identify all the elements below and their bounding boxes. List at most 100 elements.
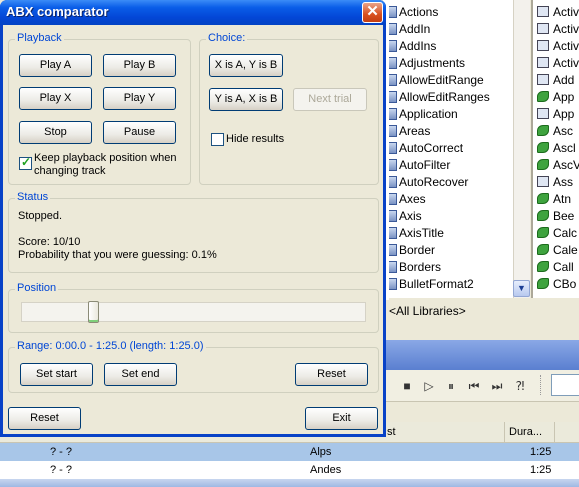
- class-icon: [389, 227, 397, 239]
- range-reset-button[interactable]: Reset: [295, 363, 368, 386]
- member-icon: [537, 142, 549, 153]
- set-end-button[interactable]: Set end: [104, 363, 177, 386]
- members-list[interactable]: Actions AddIn AddIns Adjustments AllowEd…: [389, 0, 513, 298]
- list-item[interactable]: Atn: [537, 191, 571, 208]
- list-item[interactable]: AllowEditRange: [389, 72, 513, 89]
- position-slider-track[interactable]: [21, 302, 366, 322]
- list-item[interactable]: Calc: [537, 225, 577, 242]
- list-item[interactable]: Application: [389, 106, 513, 123]
- close-button[interactable]: ✕: [362, 2, 383, 23]
- list-item[interactable]: Activ: [537, 38, 579, 55]
- list-item[interactable]: App: [537, 89, 574, 106]
- list-item[interactable]: CBo: [537, 276, 576, 293]
- background-title-band: [383, 340, 579, 370]
- play-x-button[interactable]: Play X: [19, 87, 92, 110]
- list-item[interactable]: Areas: [389, 123, 513, 140]
- class-icon: [389, 244, 397, 256]
- class-icon: [389, 108, 397, 120]
- list-item[interactable]: Activ: [537, 4, 579, 21]
- class-icon: [389, 91, 397, 103]
- class-icon: [537, 57, 549, 68]
- reset-button[interactable]: Reset: [8, 407, 81, 430]
- play-b-button[interactable]: Play B: [103, 54, 176, 77]
- column-header-duration[interactable]: Dura...: [505, 422, 555, 442]
- exit-button[interactable]: Exit: [305, 407, 378, 430]
- list-item[interactable]: AxisTitle: [389, 225, 513, 242]
- previous-icon[interactable]: ⏮: [467, 379, 481, 393]
- next-icon[interactable]: ⏭: [490, 379, 504, 393]
- stop-icon[interactable]: ■: [400, 379, 414, 393]
- list-item[interactable]: App: [537, 106, 574, 123]
- list-item[interactable]: Activ: [537, 55, 579, 72]
- members-scrollbar[interactable]: [513, 0, 530, 298]
- library-label: <All Libraries>: [389, 304, 466, 318]
- member-icon: [537, 210, 549, 221]
- probability-text: Probability that you were guessing: 0.1%: [18, 249, 217, 261]
- status-legend: Status: [15, 191, 51, 203]
- class-icon: [537, 6, 549, 17]
- class-icon: [537, 23, 549, 34]
- classes-list[interactable]: Activ Activ Activ Activ Add App App Asc …: [531, 0, 579, 298]
- list-item[interactable]: Add: [537, 72, 574, 89]
- set-start-button[interactable]: Set start: [20, 363, 93, 386]
- list-item[interactable]: AutoFilter: [389, 157, 513, 174]
- list-item[interactable]: AutoCorrect: [389, 140, 513, 157]
- list-item[interactable]: Border: [389, 242, 513, 259]
- list-item[interactable]: Ass: [537, 174, 573, 191]
- choice-legend: Choice:: [206, 32, 248, 44]
- member-icon: [537, 244, 549, 255]
- list-item[interactable]: Bee: [537, 208, 574, 225]
- list-item[interactable]: AutoRecover: [389, 174, 513, 191]
- pause-icon[interactable]: ⏸: [444, 379, 458, 393]
- table-row[interactable]: ? - ? Alps 1:25: [0, 443, 579, 461]
- keep-position-checkbox[interactable]: [19, 155, 32, 170]
- volume-field[interactable]: [551, 374, 579, 396]
- class-icon: [389, 278, 397, 290]
- pause-button[interactable]: Pause: [103, 121, 176, 144]
- list-item[interactable]: Ascl: [537, 140, 576, 157]
- list-item[interactable]: Actions: [389, 4, 513, 21]
- list-item[interactable]: Asc: [537, 123, 573, 140]
- scroll-down-button[interactable]: ▼: [513, 280, 530, 297]
- x-is-a-button[interactable]: X is A, Y is B: [209, 54, 283, 77]
- table-row[interactable]: ? - ? Andes 1:25: [0, 461, 579, 479]
- class-icon: [537, 74, 549, 85]
- list-item[interactable]: Borders: [389, 259, 513, 276]
- class-icon: [389, 193, 397, 205]
- list-item[interactable]: Call: [537, 259, 574, 276]
- stop-button[interactable]: Stop: [19, 121, 92, 144]
- hide-results-label: Hide results: [226, 133, 285, 145]
- list-item[interactable]: AscV: [537, 157, 579, 174]
- class-icon: [389, 125, 397, 137]
- list-item[interactable]: Axis: [389, 208, 513, 225]
- list-item[interactable]: AllowEditRanges: [389, 89, 513, 106]
- class-icon: [389, 74, 397, 86]
- play-y-button[interactable]: Play Y: [103, 87, 176, 110]
- next-trial-button[interactable]: Next trial: [293, 88, 367, 111]
- list-item[interactable]: Axes: [389, 191, 513, 208]
- play-a-button[interactable]: Play A: [19, 54, 92, 77]
- member-icon: [537, 227, 549, 238]
- list-item[interactable]: Activ: [537, 21, 579, 38]
- status-state: Stopped.: [18, 210, 63, 222]
- dialog-title: ABX comparator: [6, 4, 109, 19]
- class-icon: [389, 6, 397, 18]
- list-item[interactable]: BulletFormat2: [389, 276, 513, 293]
- list-item[interactable]: Adjustments: [389, 55, 513, 72]
- class-icon: [389, 176, 397, 188]
- position-legend: Position: [15, 282, 59, 294]
- class-icon: [537, 176, 549, 187]
- class-icon: [537, 108, 549, 119]
- column-header-title[interactable]: st: [383, 422, 505, 442]
- hide-results-checkbox[interactable]: [211, 133, 224, 146]
- random-icon[interactable]: ⁈: [513, 379, 527, 393]
- toolbar-grip[interactable]: [540, 375, 543, 395]
- play-icon[interactable]: ▷: [422, 379, 436, 393]
- y-is-a-button[interactable]: Y is A, X is B: [209, 88, 283, 111]
- list-item[interactable]: AddIns: [389, 38, 513, 55]
- list-item[interactable]: Cale: [537, 242, 578, 259]
- list-item[interactable]: AddIn: [389, 21, 513, 38]
- member-icon: [537, 125, 549, 136]
- class-icon: [389, 40, 397, 52]
- position-slider-thumb[interactable]: [87, 301, 99, 323]
